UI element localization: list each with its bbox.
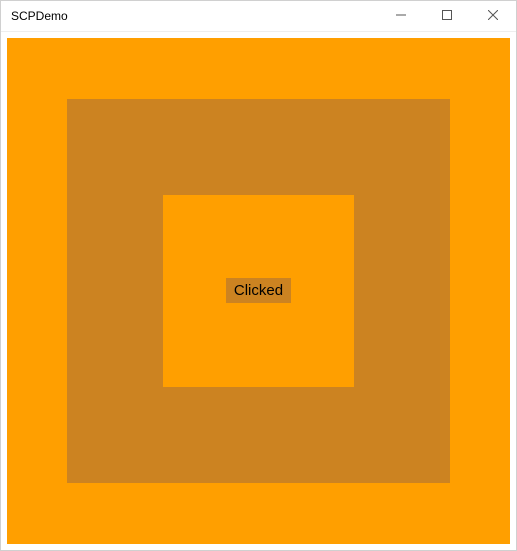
clicked-button-label: Clicked [234, 282, 283, 299]
window-title: SCPDemo [1, 9, 378, 23]
client-area: Clicked [1, 32, 516, 550]
maximize-button[interactable] [424, 1, 470, 31]
app-window: SCPDemo Cli [0, 0, 517, 551]
close-icon [488, 7, 498, 25]
minimize-icon [396, 7, 406, 25]
clicked-button[interactable]: Clicked [226, 278, 291, 303]
middle-panel: Clicked [67, 99, 449, 484]
inner-panel: Clicked [163, 195, 354, 387]
close-button[interactable] [470, 1, 516, 31]
titlebar[interactable]: SCPDemo [1, 1, 516, 32]
minimize-button[interactable] [378, 1, 424, 31]
window-controls [378, 1, 516, 31]
outer-panel: Clicked [7, 38, 510, 544]
maximize-icon [442, 7, 452, 25]
